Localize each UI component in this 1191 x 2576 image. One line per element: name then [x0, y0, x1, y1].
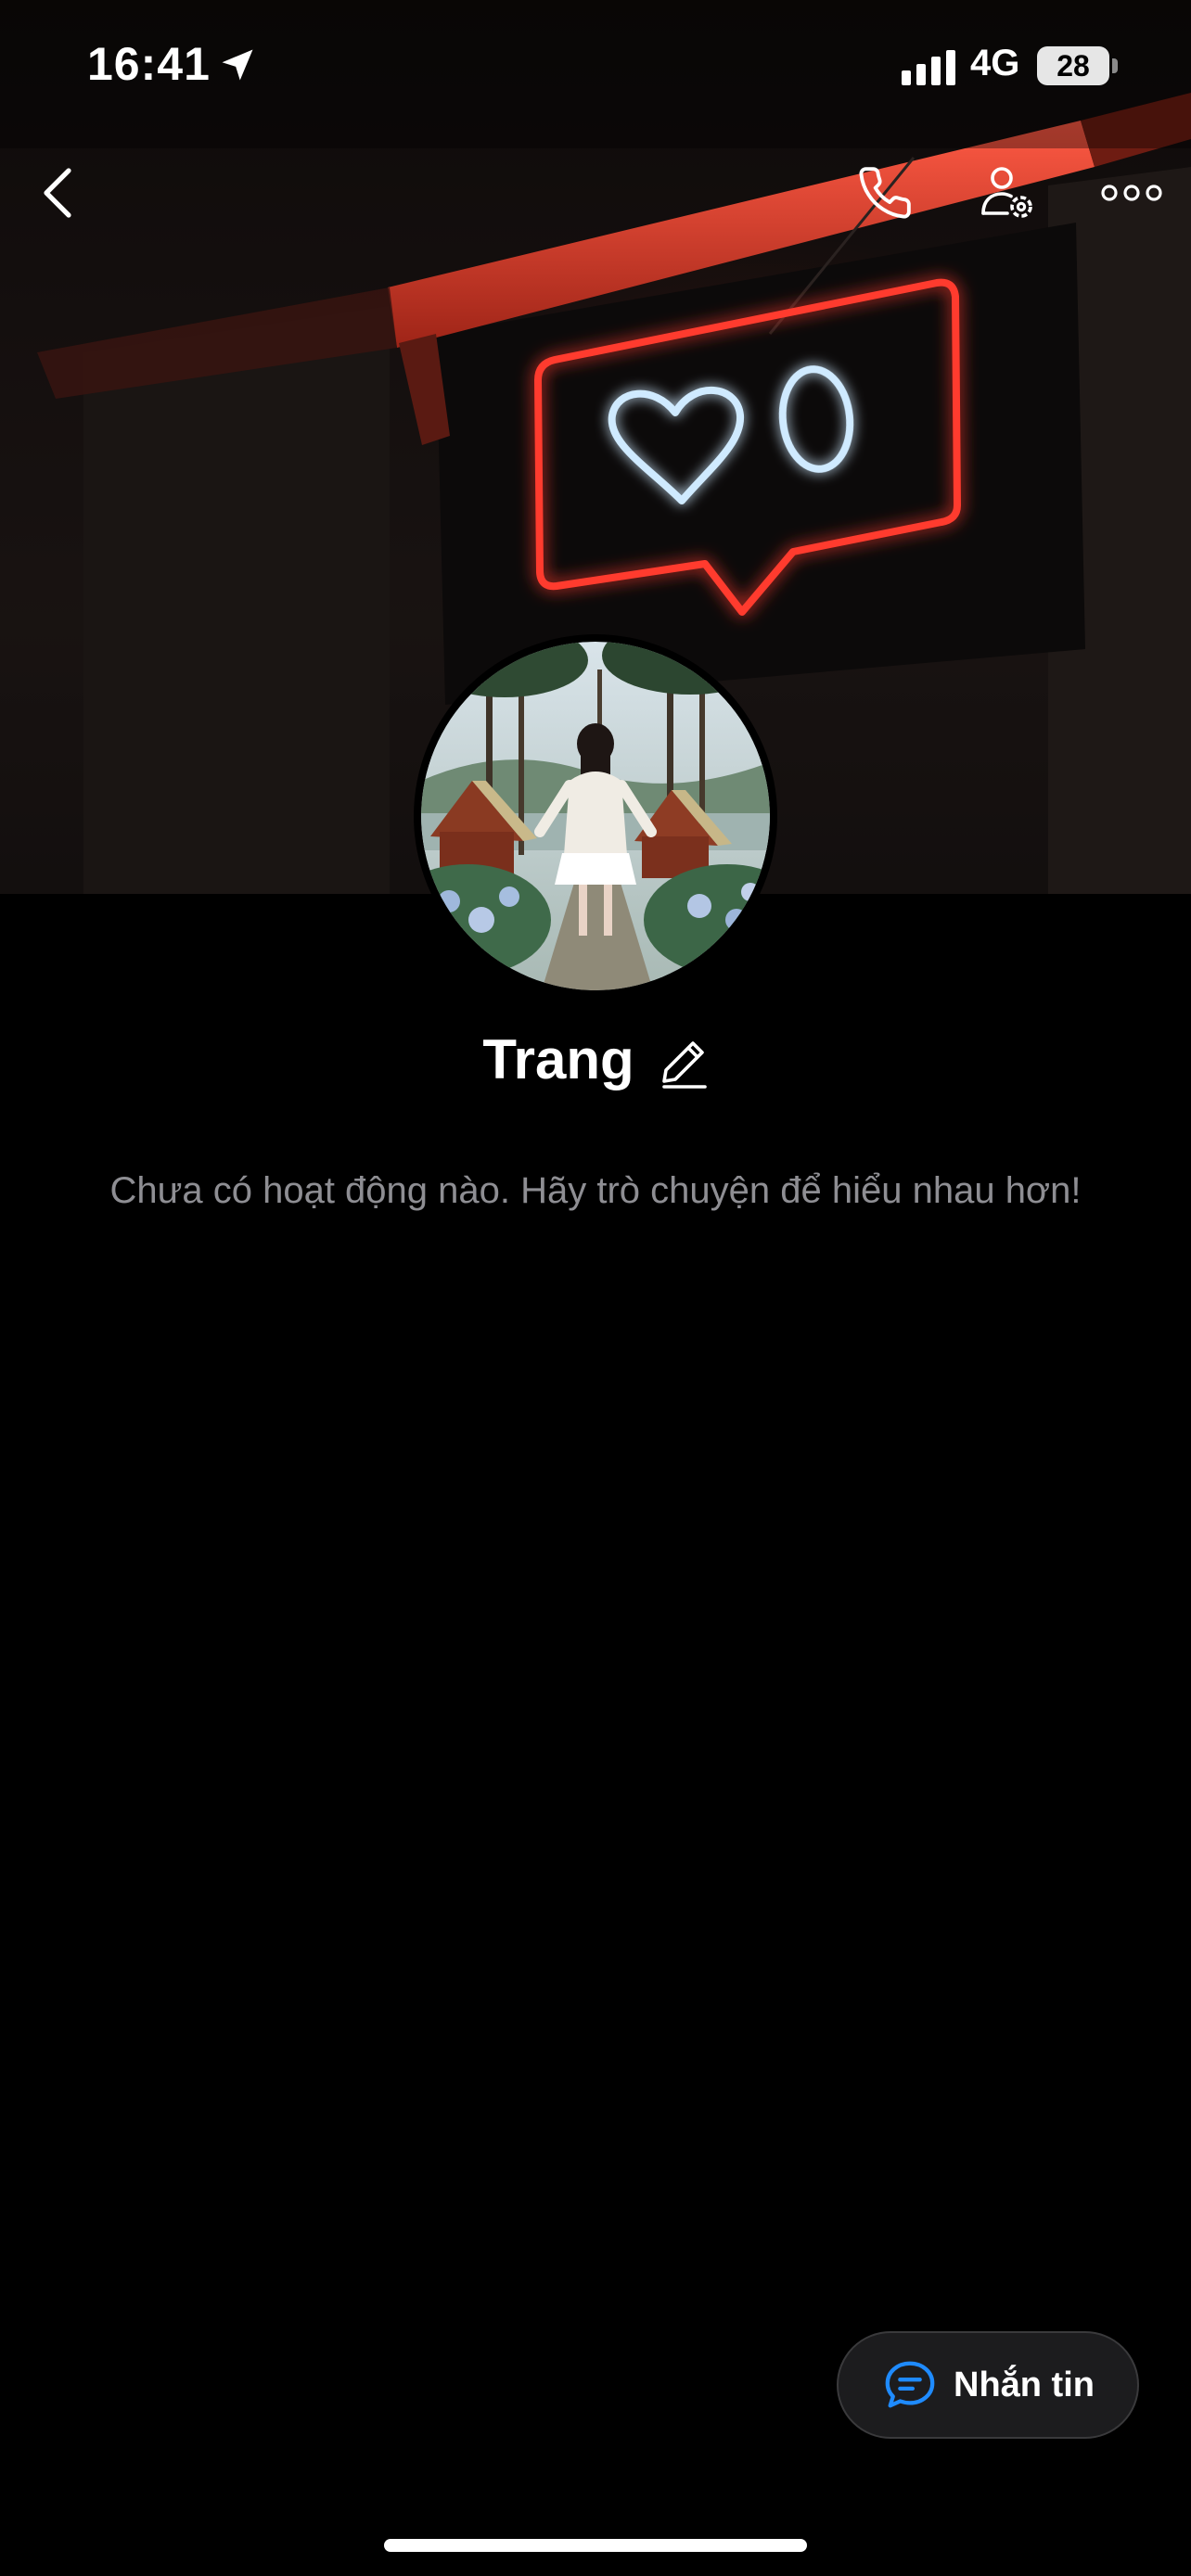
user-settings-icon [981, 167, 1032, 218]
phone-icon [859, 167, 911, 219]
battery-indicator: 28 [1037, 46, 1109, 85]
chevron-left-icon [44, 168, 71, 218]
name-row: Trang [0, 1027, 1191, 1091]
cellular-signal-icon [902, 50, 955, 85]
status-time: 16:41 [87, 38, 211, 90]
avatar[interactable] [414, 634, 777, 998]
more-icon [1101, 185, 1162, 201]
home-indicator[interactable] [384, 2539, 807, 2552]
chat-bubble-icon [885, 2361, 935, 2408]
empty-activity-message: Chưa có hoạt động nào. Hãy trò chuyện để… [109, 1170, 1082, 1211]
status-bar: 16:41 4G 28 [0, 0, 1191, 130]
avatar-image [421, 642, 770, 990]
profile-name: Trang [482, 1028, 634, 1090]
call-button[interactable] [848, 156, 922, 230]
network-type: 4G [970, 43, 1020, 83]
more-options-button[interactable] [1095, 156, 1169, 230]
message-button-label: Nhắn tin [954, 2365, 1095, 2404]
message-button[interactable]: Nhắn tin [837, 2331, 1139, 2439]
back-button[interactable] [20, 156, 95, 230]
battery-level: 28 [1057, 49, 1090, 83]
location-arrow-icon [222, 49, 253, 81]
profile-settings-button[interactable] [970, 156, 1044, 230]
pencil-icon[interactable] [657, 1037, 709, 1089]
battery-cap [1112, 58, 1118, 73]
